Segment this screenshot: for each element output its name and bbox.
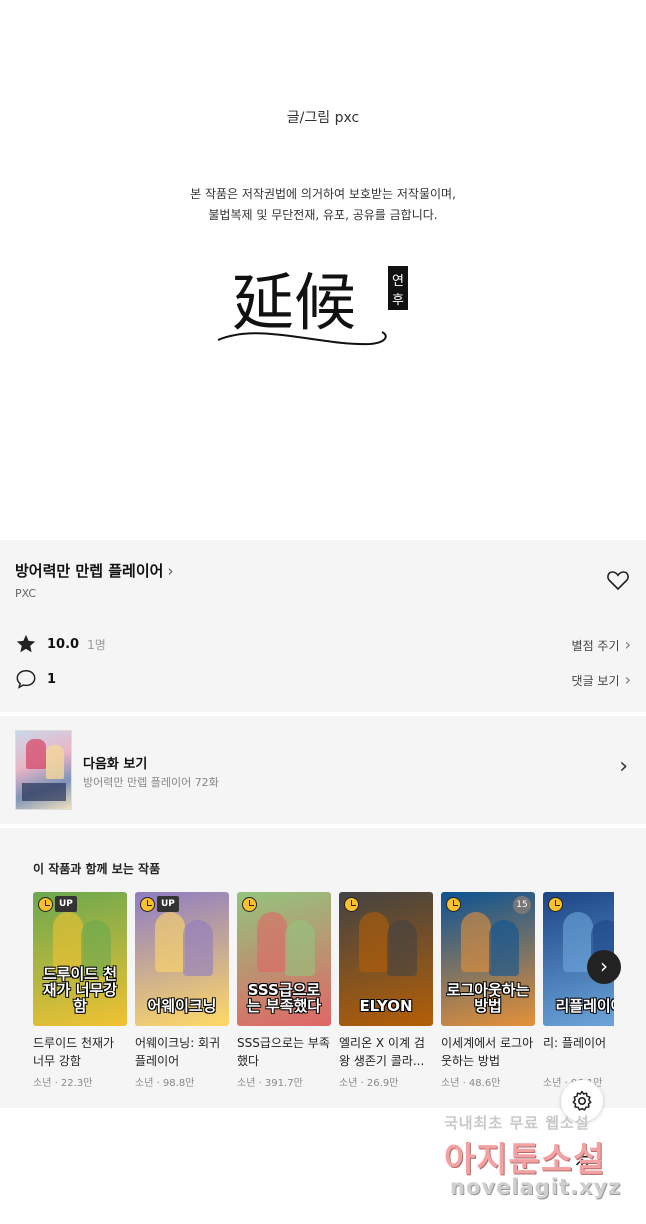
recommendation-title[interactable]: 이세계에서 로그아웃하는 방법 xyxy=(441,1034,535,1070)
recommendation-meta: 소년 · 48.6만 xyxy=(441,1078,501,1089)
cover-title-art: 로그아웃하는 방법 xyxy=(446,981,530,1015)
recommendations-section: 이 작품과 함께 보는 작품 UP 드루이드 천재가 너무강함드루이드 천재가 너… xyxy=(0,828,646,1108)
recommendation-meta: 소년 · 22.3만 xyxy=(33,1078,93,1089)
star-icon xyxy=(15,633,37,655)
comment-row: 1 댓글 보기 xyxy=(15,666,631,692)
recommendation-title[interactable]: 리: 플레이어 xyxy=(543,1034,614,1070)
logo-hangul-2: 후 xyxy=(392,293,404,308)
logo-hanja: 延候 xyxy=(232,266,356,339)
update-badge: UP xyxy=(55,896,77,912)
copyright-notice-line-1: 본 작품은 저작권법에 의거하여 보호받는 저작물이며, xyxy=(190,187,456,201)
copyright-notice: 본 작품은 저작권법에 의거하여 보호받는 저작물이며, 불법복제 및 무단전재… xyxy=(0,184,646,226)
rating-value: 10.0 xyxy=(47,636,80,652)
watermark-brand: 아지툰소설 xyxy=(444,1140,606,1180)
next-episode-subtitle: 방어력만 만렙 플레이어 72화 xyxy=(83,776,219,789)
studio-logo: 延候 연 후 xyxy=(210,252,416,352)
recommendation-title[interactable]: 엘리온 X 이계 검왕 생존기 콜라... xyxy=(339,1034,433,1070)
clock-icon xyxy=(242,897,257,912)
series-title-link[interactable]: 방어력만 만렙 플레이어 › xyxy=(15,560,173,581)
view-comments-button[interactable]: 댓글 보기 xyxy=(572,670,631,689)
watermark-url: novelagit.xyz xyxy=(450,1175,622,1199)
recommendation-thumbnail[interactable]: ELYON xyxy=(339,892,433,1026)
recommendation-meta: 소년 · 26.9만 xyxy=(339,1078,399,1089)
recommendation-title[interactable]: SSS급으로는 부족했다 xyxy=(237,1034,331,1070)
recommendation-title[interactable]: 드루이드 천재가 너무 강함 xyxy=(33,1034,127,1070)
recommendations-heading: 이 작품과 함께 보는 작품 xyxy=(33,862,161,876)
gear-icon xyxy=(572,1090,592,1111)
recommendation-thumbnail[interactable]: 15 로그아웃하는 방법 xyxy=(441,892,535,1026)
recommendation-thumbnail[interactable]: SSS급으로는 부족했다 xyxy=(237,892,331,1026)
episode-credits: 글/그림 pxc 본 작품은 저작권법에 의거하여 보호받는 저작물이며, 불법… xyxy=(0,0,646,540)
next-episode-thumbnail[interactable] xyxy=(15,730,72,810)
recommendation-meta: 소년 · 98.8만 xyxy=(135,1078,195,1089)
clock-icon xyxy=(38,897,53,912)
copyright-notice-line-2: 불법복제 및 무단전재, 유포, 공유를 금합니다. xyxy=(208,208,438,222)
clock-icon xyxy=(344,897,359,912)
cover-title-art: 어웨이크닝 xyxy=(147,997,217,1015)
cover-title-art: 리플레이어 xyxy=(555,997,614,1015)
recommendation-meta: 소년 · 391.7만 xyxy=(237,1078,303,1089)
recommendation-card[interactable]: UP 드루이드 천재가 너무강함드루이드 천재가 너무 강함소년 · 22.3만 xyxy=(33,892,127,1089)
recommendation-card[interactable]: 15 로그아웃하는 방법이세계에서 로그아웃하는 방법소년 · 48.6만 xyxy=(441,892,535,1089)
logo-hangul-1: 연 xyxy=(392,274,404,289)
update-badge: UP xyxy=(157,896,179,912)
recommendation-thumbnail[interactable]: UP 어웨이크닝 xyxy=(135,892,229,1026)
recommendation-thumbnail[interactable]: UP 드루이드 천재가 너무강함 xyxy=(33,892,127,1026)
series-author: PXC xyxy=(15,587,37,600)
clock-icon xyxy=(548,897,563,912)
chevron-right-icon[interactable]: › xyxy=(619,754,628,779)
series-info-panel: 방어력만 만렙 플레이어 › PXC 10.0 1명 별점 주기 1 댓글 보기 xyxy=(0,540,646,712)
cover-title-art: SSS급으로는 부족했다 xyxy=(246,981,322,1015)
watermark-tagline: 국내최초 무료 웹소설 xyxy=(444,1114,590,1132)
next-episode-label[interactable]: 다음화 보기 xyxy=(83,753,147,772)
recommendation-card[interactable]: 리플레이어리: 플레이어소년 · 96.1만 xyxy=(543,892,614,1089)
recommendation-title[interactable]: 어웨이크닝: 회귀 플레이어 xyxy=(135,1034,229,1070)
carousel-next-button[interactable]: › xyxy=(587,950,621,984)
rating-row: 10.0 1명 별점 주기 xyxy=(15,631,631,657)
recommendation-card[interactable]: SSS급으로는 부족했다 SSS급으로는 부족했다소년 · 391.7만 xyxy=(237,892,331,1089)
comment-icon xyxy=(15,668,37,690)
comment-count: 1 xyxy=(47,671,57,687)
cover-title-art: ELYON xyxy=(359,997,413,1015)
site-watermark: 국내최초 무료 웹소설 아지툰소설 novelagit.xyz xyxy=(444,1112,634,1220)
chevron-right-icon: › xyxy=(167,561,174,580)
rating-count: 1명 xyxy=(87,637,106,652)
age-rating-badge: 15 xyxy=(513,896,531,914)
clock-icon xyxy=(446,897,461,912)
series-title[interactable]: 방어력만 만렙 플레이어 xyxy=(15,560,163,581)
next-episode-panel[interactable]: 다음화 보기 방어력만 만렙 플레이어 72화 › xyxy=(0,716,646,824)
recommendation-card[interactable]: UP 어웨이크닝어웨이크닝: 회귀 플레이어소년 · 98.8만 xyxy=(135,892,229,1089)
clock-icon xyxy=(140,897,155,912)
heart-icon[interactable] xyxy=(606,568,630,592)
cover-title-art: 드루이드 천재가 너무강함 xyxy=(42,965,118,1015)
recommendation-card[interactable]: ELYON 엘리온 X 이계 검왕 생존기 콜라... 소년 · 26.9만 xyxy=(339,892,433,1089)
recommendations-carousel[interactable]: UP 드루이드 천재가 너무강함 드루이드 천재가 너무 강함 소년 · 22.3만 U… xyxy=(33,892,614,1102)
credit-author-line: 글/그림 pxc xyxy=(286,110,360,126)
rate-button[interactable]: 별점 주기 xyxy=(572,635,631,654)
